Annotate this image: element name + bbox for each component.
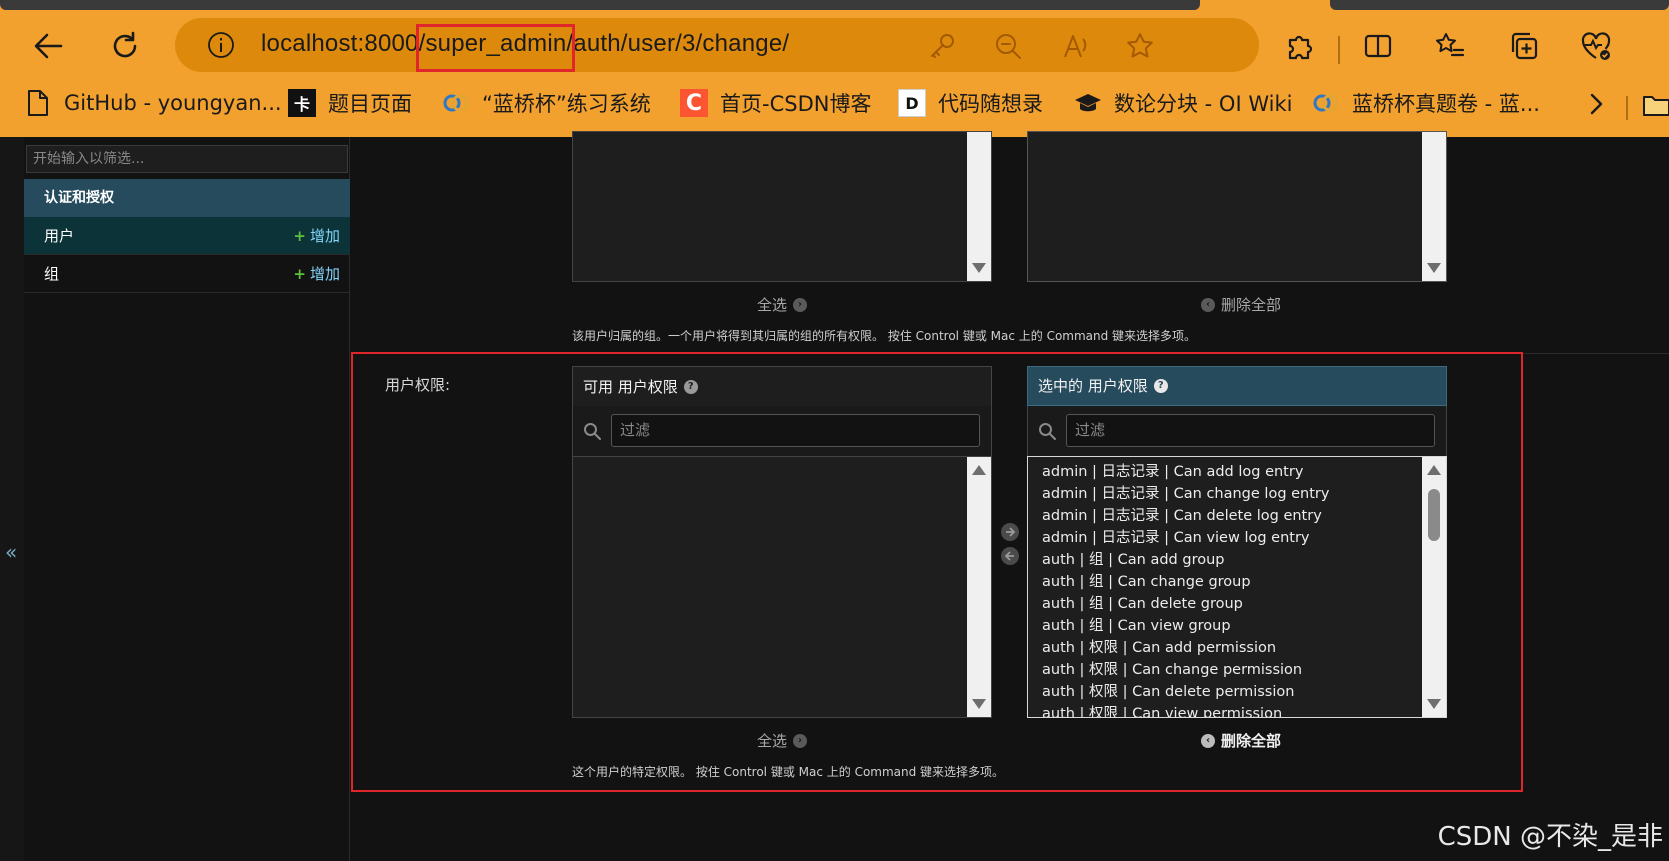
add-group-link[interactable]: + 增加 bbox=[293, 263, 340, 284]
toolbar-divider bbox=[1338, 36, 1340, 64]
csdn-icon: C bbox=[680, 89, 708, 117]
nav-filter-input[interactable]: 开始输入以筛选... bbox=[26, 145, 348, 173]
collapse-sidebar-toggle[interactable]: « bbox=[5, 540, 17, 564]
add-user-link[interactable]: + 增加 bbox=[293, 225, 340, 246]
chevron-right-icon bbox=[1590, 93, 1603, 115]
bookmark-label: 首页-CSDN博客 bbox=[720, 92, 872, 116]
card-icon: 卡 bbox=[288, 89, 316, 117]
refresh-icon bbox=[113, 31, 137, 58]
favorites-button[interactable] bbox=[1428, 24, 1472, 68]
add-label: 增加 bbox=[309, 265, 340, 283]
tab-background[interactable] bbox=[1330, 0, 1669, 10]
collections-icon bbox=[1511, 32, 1538, 60]
back-button[interactable] bbox=[26, 24, 70, 68]
watermark: CSDN @不染_是非 bbox=[1437, 822, 1663, 852]
plus-icon: + bbox=[293, 227, 306, 245]
refresh-button[interactable] bbox=[103, 24, 147, 68]
tab-strip bbox=[0, 0, 1669, 12]
info-icon[interactable] bbox=[207, 31, 235, 59]
scrollbar[interactable] bbox=[967, 132, 991, 281]
choose-all-label: 全选 bbox=[757, 296, 788, 314]
sidebar-item-label[interactable]: 组 bbox=[44, 263, 59, 284]
folder-icon bbox=[1643, 96, 1669, 116]
split-screen-icon bbox=[1364, 34, 1392, 58]
groups-available-select[interactable] bbox=[572, 131, 992, 282]
module-caption[interactable]: 认证和授权 bbox=[24, 179, 350, 217]
bookmark-item[interactable]: 卡 题目页面 bbox=[288, 88, 412, 118]
tab-background[interactable] bbox=[0, 0, 1200, 10]
app-module-auth: 认证和授权 用户 + 增加 组 + 增加 bbox=[24, 179, 350, 293]
key-icon[interactable] bbox=[927, 31, 957, 61]
plus-icon: + bbox=[293, 265, 306, 283]
favorite-star-icon[interactable] bbox=[1125, 31, 1155, 61]
bookmark-item[interactable]: 数论分块 - OI Wiki bbox=[1074, 88, 1292, 118]
change-form-content: 全选 › ‹ 删除全部 该用户归属的组。一个用户将得到其归属的组的所有权限。 按… bbox=[351, 131, 1669, 861]
arrow-right-circle-icon: › bbox=[793, 297, 808, 312]
bookmarks-bar: GitHub - youngyan... 卡 题目页面 “蓝桥杯”练习系统 C … bbox=[0, 82, 1669, 124]
groups-chosen-select[interactable] bbox=[1027, 131, 1447, 282]
add-label: 增加 bbox=[309, 227, 340, 245]
scrollbar[interactable] bbox=[1422, 132, 1446, 281]
arrow-left-circle-icon: ‹ bbox=[1201, 297, 1215, 312]
groups-choose-all-link[interactable]: 全选 › bbox=[757, 294, 808, 315]
arrow-left-icon bbox=[34, 33, 63, 59]
admin-page: « 开始输入以筛选... 认证和授权 用户 + 增加 组 + 增加 全选 › ‹… bbox=[0, 131, 1669, 861]
lanqiao-icon bbox=[442, 89, 470, 117]
graduation-cap-icon bbox=[1074, 89, 1102, 117]
url-annotation-highlight bbox=[416, 24, 575, 72]
sidebar-item-users[interactable]: 用户 + 增加 bbox=[24, 217, 350, 255]
split-screen-button[interactable] bbox=[1356, 24, 1400, 68]
collections-button[interactable] bbox=[1502, 24, 1546, 68]
bookmark-item[interactable]: D 代码随想录 bbox=[898, 88, 1043, 118]
navigation-bar: localhost:8000/super_admin/auth/user/3/c… bbox=[0, 14, 1669, 76]
bookmarks-divider bbox=[1626, 96, 1628, 120]
address-bar[interactable]: localhost:8000/super_admin/auth/user/3/c… bbox=[175, 18, 1259, 72]
read-aloud-icon[interactable] bbox=[1061, 31, 1091, 61]
favorites-list-icon bbox=[1436, 33, 1465, 57]
groups-remove-all-link[interactable]: ‹ 删除全部 bbox=[1201, 294, 1281, 315]
other-favorites-folder[interactable] bbox=[1642, 92, 1669, 118]
sidebar-item-label[interactable]: 用户 bbox=[44, 225, 74, 246]
remove-all-label: 删除全部 bbox=[1221, 296, 1282, 314]
bookmark-label: 题目页面 bbox=[328, 92, 412, 116]
bookmark-label: GitHub - youngyan... bbox=[64, 91, 282, 115]
sidebar-item-groups[interactable]: 组 + 增加 bbox=[24, 255, 350, 293]
more-bookmarks-button[interactable] bbox=[1582, 90, 1610, 118]
bookmark-item[interactable]: GitHub - youngyan... bbox=[24, 88, 282, 118]
bookmark-item[interactable]: “蓝桥杯”练习系统 bbox=[442, 88, 651, 118]
bookmark-label: 代码随想录 bbox=[938, 92, 1043, 116]
bookmark-item[interactable]: C 首页-CSDN博客 bbox=[680, 88, 871, 118]
permissions-annotation-highlight bbox=[351, 352, 1523, 792]
sidebar-gutter: « bbox=[0, 137, 24, 861]
url-host: localhost:8000 bbox=[261, 30, 419, 57]
bookmark-item[interactable]: 蓝桥杯真题卷 - 蓝... bbox=[1312, 88, 1540, 118]
bookmark-label: 蓝桥杯真题卷 - 蓝... bbox=[1352, 92, 1540, 116]
nav-sidebar: 开始输入以筛选... 认证和授权 用户 + 增加 组 + 增加 bbox=[24, 137, 350, 861]
document-icon bbox=[24, 89, 52, 117]
scroll-down-arrow[interactable] bbox=[972, 263, 986, 273]
dmsxl-icon: D bbox=[898, 89, 926, 117]
lanqiao-icon bbox=[1312, 89, 1340, 117]
browser-chrome: localhost:8000/super_admin/auth/user/3/c… bbox=[0, 0, 1669, 137]
bookmark-label: 数论分块 - OI Wiki bbox=[1114, 92, 1293, 116]
bookmark-label: “蓝桥杯”练习系统 bbox=[482, 92, 651, 116]
groups-help-text: 该用户归属的组。一个用户将得到其归属的组的所有权限。 按住 Control 键或… bbox=[572, 329, 1197, 343]
scroll-down-arrow[interactable] bbox=[1427, 263, 1441, 273]
puzzle-icon bbox=[1288, 35, 1313, 60]
health-button[interactable] bbox=[1574, 24, 1618, 68]
extensions-button[interactable] bbox=[1278, 24, 1322, 68]
zoom-out-icon[interactable] bbox=[993, 31, 1023, 61]
heart-pulse-icon bbox=[1581, 32, 1611, 60]
